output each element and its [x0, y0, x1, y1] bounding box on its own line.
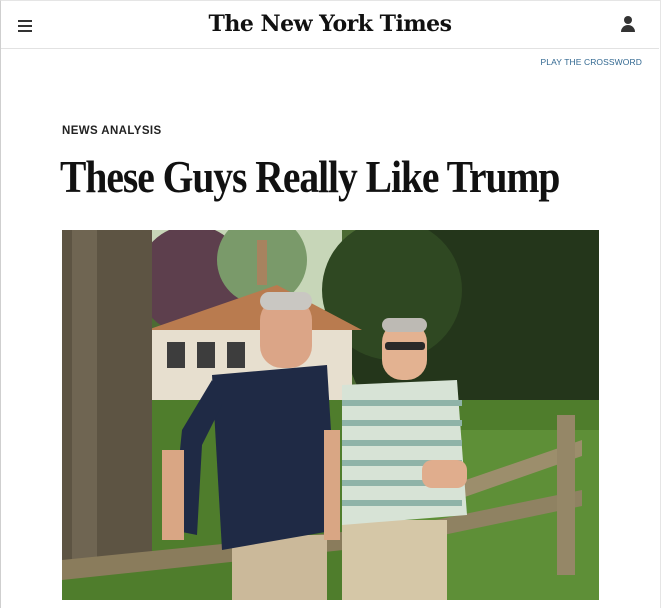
user-account-icon[interactable] — [621, 16, 635, 34]
article-lead-photo — [62, 230, 599, 600]
top-navigation-bar: The New York Times — [1, 1, 659, 49]
play-crossword-link[interactable]: PLAY THE CROSSWORD — [541, 57, 642, 67]
article-kicker: NEWS ANALYSIS — [62, 125, 162, 137]
article-headline: These Guys Really Like Trump — [60, 151, 560, 202]
nyt-logo[interactable]: The New York Times — [1, 11, 659, 37]
lead-photo-illustration — [62, 230, 599, 600]
